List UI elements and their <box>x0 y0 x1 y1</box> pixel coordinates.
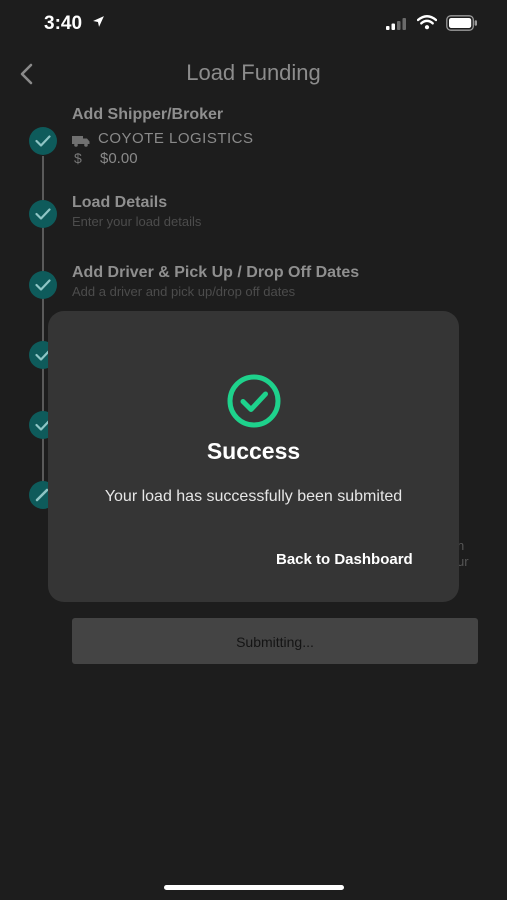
step-subtitle-load-details: Enter your load details <box>72 214 202 229</box>
home-indicator[interactable] <box>164 885 344 890</box>
modal-title: Success <box>206 438 301 464</box>
modal-message: Your load has successfully been submited <box>104 488 403 505</box>
step-title-shipper[interactable]: Add Shipper/Broker <box>72 106 223 124</box>
step-complete-check-icon <box>29 271 57 299</box>
battery-icon <box>446 15 478 36</box>
back-to-dashboard-button[interactable]: Back to Dashboard <box>276 551 413 568</box>
success-modal: Success Your load has successfully been … <box>48 311 459 602</box>
load-amount: $0.00 <box>100 150 138 167</box>
shipper-name: COYOTE LOGISTICS <box>98 130 254 147</box>
submit-button[interactable]: Submitting... <box>72 618 478 664</box>
step-title-load-details[interactable]: Load Details <box>72 194 167 212</box>
check-circle-icon <box>226 373 282 434</box>
step-complete-check-icon <box>29 200 57 228</box>
status-time: 3:40 <box>44 13 83 34</box>
status-bar: 3:40 <box>0 0 507 48</box>
step-complete-check-icon <box>29 127 57 155</box>
page-title: Load Funding <box>186 60 321 85</box>
location-arrow-icon <box>92 15 105 33</box>
step-subtitle-driver-dates: Add a driver and pick up/drop off dates <box>72 284 296 299</box>
wifi-icon <box>416 15 438 35</box>
step-title-driver-dates[interactable]: Add Driver & Pick Up / Drop Off Dates <box>72 264 359 282</box>
dollar-icon: $ <box>74 150 82 166</box>
cellular-signal-icon <box>386 17 408 35</box>
